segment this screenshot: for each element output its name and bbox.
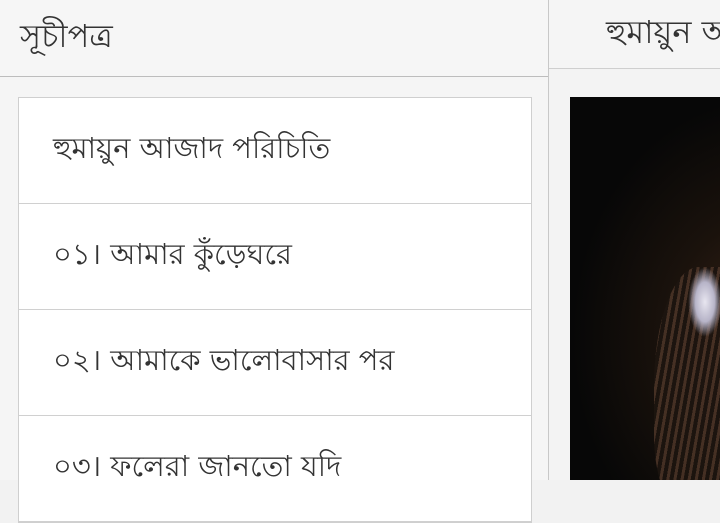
main-content: হুমায়ুন আজাদ <box>549 0 720 480</box>
toc-item-label: ০২। আমাকে ভালোবাসার পর <box>53 343 395 377</box>
author-portrait-image <box>570 97 720 480</box>
toc-item[interactable]: হুমায়ুন আজাদ পরিচিতি <box>19 98 531 204</box>
app-bar: হুমায়ুন আজাদ <box>549 0 720 69</box>
toc-list: হুমায়ুন আজাদ পরিচিতি ০১। আমার কুঁড়েঘরে… <box>18 97 532 523</box>
toc-item[interactable]: ০২। আমাকে ভালোবাসার পর <box>19 310 531 416</box>
drawer-header: সূচীপত্র <box>0 0 548 77</box>
toc-item[interactable]: ০১। আমার কুঁড়েঘরে <box>19 204 531 310</box>
toc-item[interactable]: ০৩। ফলেরা জানতো যদি <box>19 416 531 522</box>
app-bar-title: হুমায়ুন আজাদ <box>606 13 720 51</box>
toc-item-label: ০১। আমার কুঁড়েঘরে <box>53 237 292 271</box>
drawer-title: সূচীপত্র <box>20 17 113 55</box>
toc-item-label: ০৩। ফলেরা জানতো যদি <box>53 449 342 483</box>
navigation-drawer: সূচীপত্র হুমায়ুন আজাদ পরিচিতি ০১। আমার … <box>0 0 549 523</box>
toc-item-label: হুমায়ুন আজাদ পরিচিতি <box>53 131 331 165</box>
